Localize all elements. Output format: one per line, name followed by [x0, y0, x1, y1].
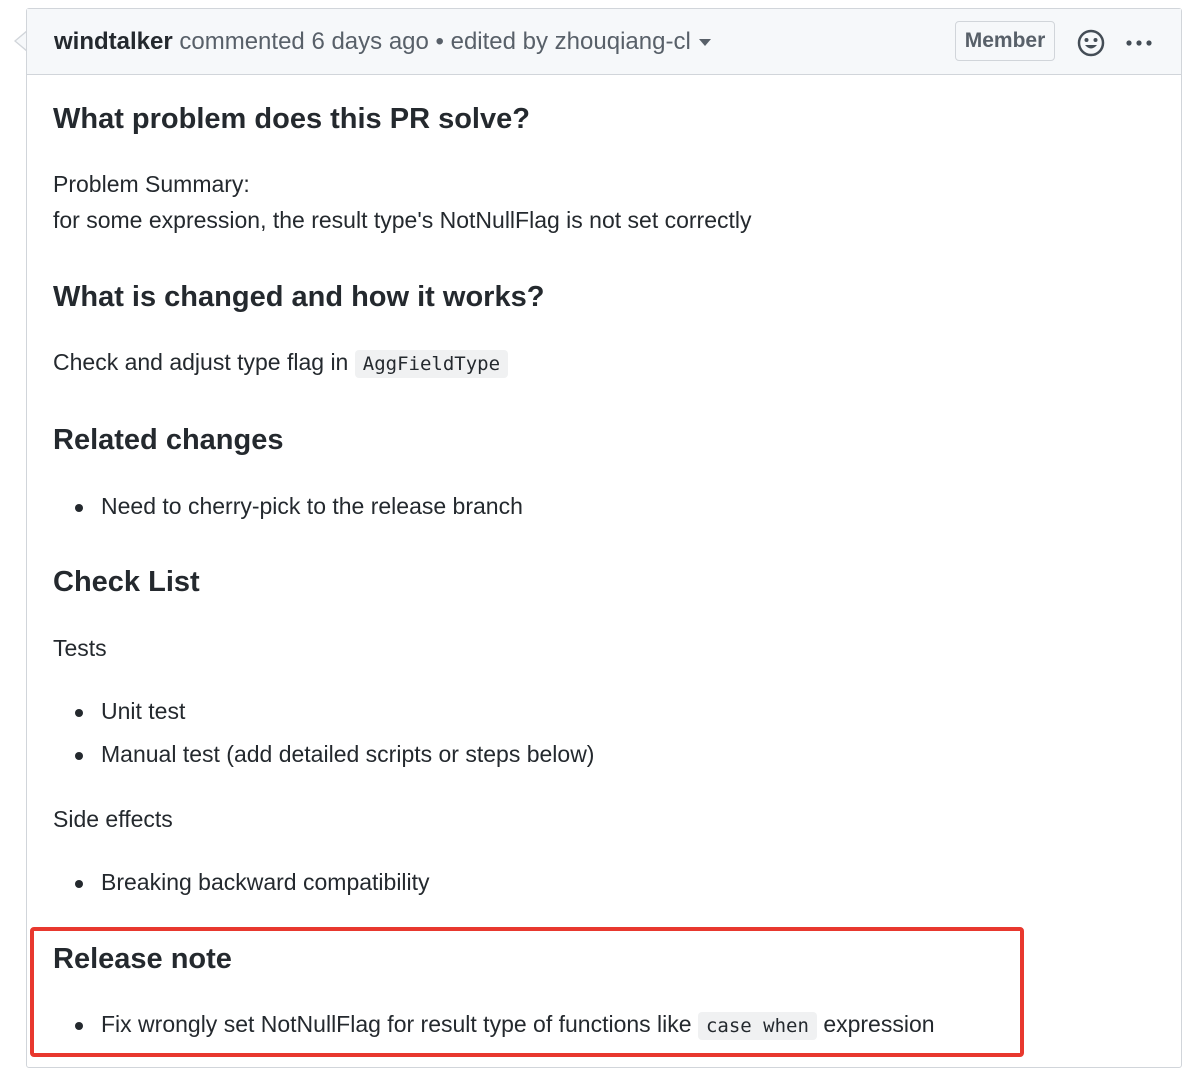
kebab-horizontal-icon: [1126, 40, 1152, 46]
member-badge: Member: [955, 21, 1055, 61]
heading-checklist: Check List: [53, 566, 200, 598]
heading-changes: What is changed and how it works?: [53, 281, 545, 313]
smiley-icon: [1077, 29, 1105, 57]
more-options-button[interactable]: [1123, 27, 1155, 59]
problem-summary-text: for some expression, the result type's N…: [53, 207, 752, 233]
author-link[interactable]: windtalker: [54, 28, 173, 55]
release-note-highlight: [30, 927, 1024, 1057]
heading-problem: What problem does this PR solve?: [53, 103, 530, 135]
comment-box: windtalker commented 6 days ago • edited…: [26, 8, 1182, 1068]
code-aggfieldtype: AggFieldType: [354, 350, 509, 378]
comment-header: windtalker commented 6 days ago • edited…: [27, 9, 1181, 75]
bullet-icon: [75, 709, 83, 717]
changes-text: Check and adjust type flag in AggFieldTy…: [53, 349, 509, 378]
comment-action: commented: [179, 28, 305, 55]
changes-label: Check and adjust type flag in: [53, 349, 349, 375]
caret-down-icon: [698, 39, 711, 47]
list-item-text: Breaking backward compatibility: [101, 869, 430, 895]
tests-label: Tests: [53, 635, 107, 661]
bullet-icon: [75, 880, 83, 888]
side-effects-label: Side effects: [53, 806, 173, 832]
edited-by-dropdown[interactable]: edited by zhouqiang-cl: [451, 28, 711, 55]
meta-separator: •: [435, 28, 444, 55]
list-item-text: Manual test (add detailed scripts or ste…: [101, 741, 595, 767]
list-item-text: Need to cherry-pick to the release branc…: [101, 493, 523, 519]
comment-timestamp[interactable]: 6 days ago: [311, 28, 428, 55]
heading-related: Related changes: [53, 424, 284, 456]
bullet-icon: [75, 752, 83, 760]
add-reaction-button[interactable]: [1075, 27, 1107, 59]
problem-summary-label: Problem Summary:: [53, 171, 250, 197]
comment-meta: windtalker commented 6 days ago • edited…: [54, 28, 711, 56]
bullet-icon: [75, 504, 83, 512]
list-item-text: Unit test: [101, 698, 186, 724]
edited-by-label: edited by zhouqiang-cl: [450, 28, 691, 55]
